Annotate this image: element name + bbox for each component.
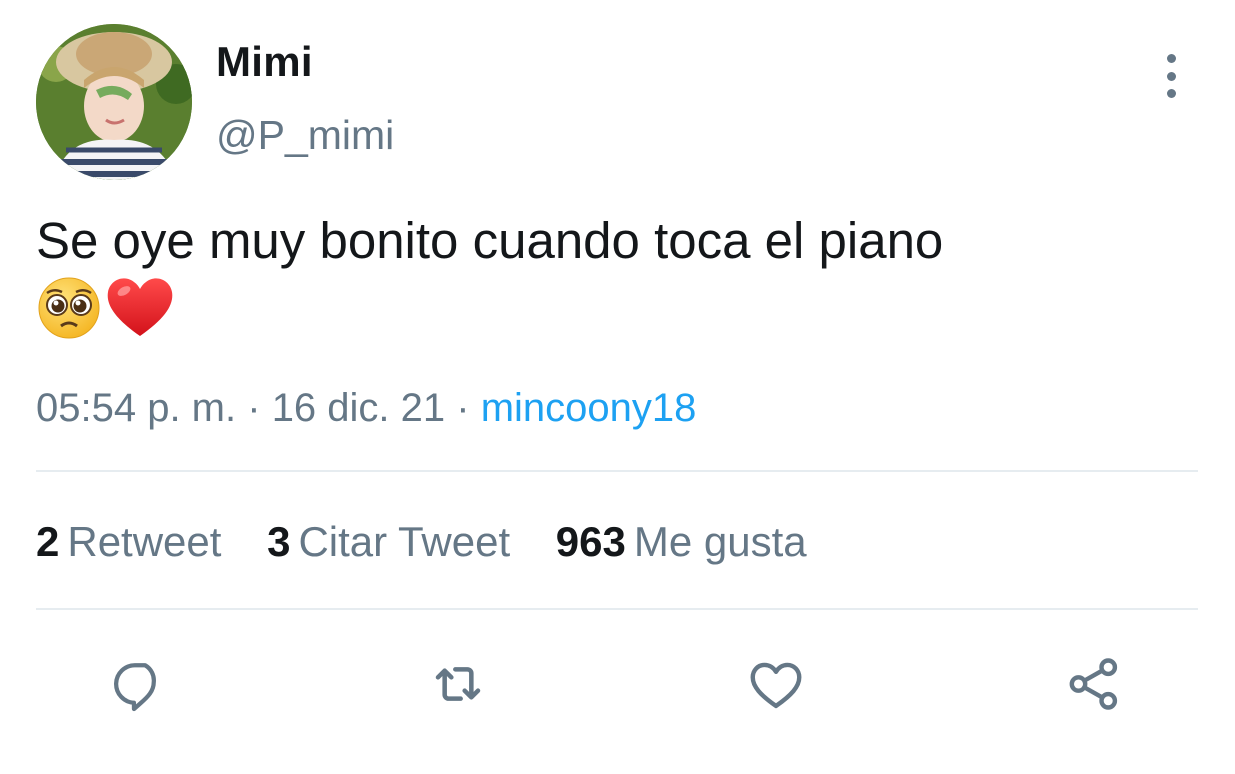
tweet-text: Se oye muy bonito cuando toca el piano (36, 212, 944, 269)
more-options-dot (1166, 89, 1176, 98)
pleading-face-emoji (38, 277, 100, 339)
like-button[interactable] (744, 652, 808, 716)
share-button[interactable] (1062, 652, 1126, 716)
engagement-stats: 2 Retweet 3 Citar Tweet 963 Me gusta (36, 518, 841, 566)
divider (36, 608, 1198, 610)
like-icon (750, 662, 802, 709)
more-options-button[interactable] (1156, 54, 1186, 98)
quotes-stat[interactable]: 3 Citar Tweet (267, 518, 510, 566)
tweet-date: 16 dic. 21 (271, 386, 446, 430)
tweet-time: 05:54 p. m. (36, 386, 237, 430)
divider (36, 470, 1198, 472)
quotes-label: Citar Tweet (298, 518, 511, 565)
emoji-row (36, 274, 176, 340)
more-options-dot (1166, 71, 1176, 81)
likes-count: 963 (555, 518, 626, 565)
likes-label: Me gusta (633, 518, 807, 565)
quotes-count: 3 (267, 518, 291, 565)
tweet-source-link[interactable]: mincoony18 (481, 386, 697, 430)
reply-button[interactable] (108, 652, 172, 716)
meta-separator: · (456, 386, 481, 430)
retweets-count: 2 (36, 518, 60, 565)
reply-icon (114, 663, 156, 712)
share-icon (1069, 658, 1118, 710)
likes-stat[interactable]: 963 Me gusta (556, 518, 807, 566)
retweet-button[interactable] (426, 652, 490, 716)
user-handle[interactable]: @P_mimi (216, 112, 394, 159)
red-heart-emoji (107, 278, 173, 336)
retweet-icon (435, 667, 481, 701)
tweet-metadata: 05:54 p. m. · 16 dic. 21 · mincoony18 (36, 386, 696, 431)
more-options-icon (1166, 54, 1176, 63)
avatar-photo (36, 24, 192, 180)
retweets-label: Retweet (67, 518, 222, 565)
display-name[interactable]: Mimi (216, 38, 313, 86)
tweet-card: Mimi @P_mimi Se oye muy bonito cuando to… (0, 0, 1235, 774)
retweets-stat[interactable]: 2 Retweet (36, 518, 221, 566)
meta-separator: · (247, 386, 272, 430)
avatar[interactable] (36, 24, 192, 180)
